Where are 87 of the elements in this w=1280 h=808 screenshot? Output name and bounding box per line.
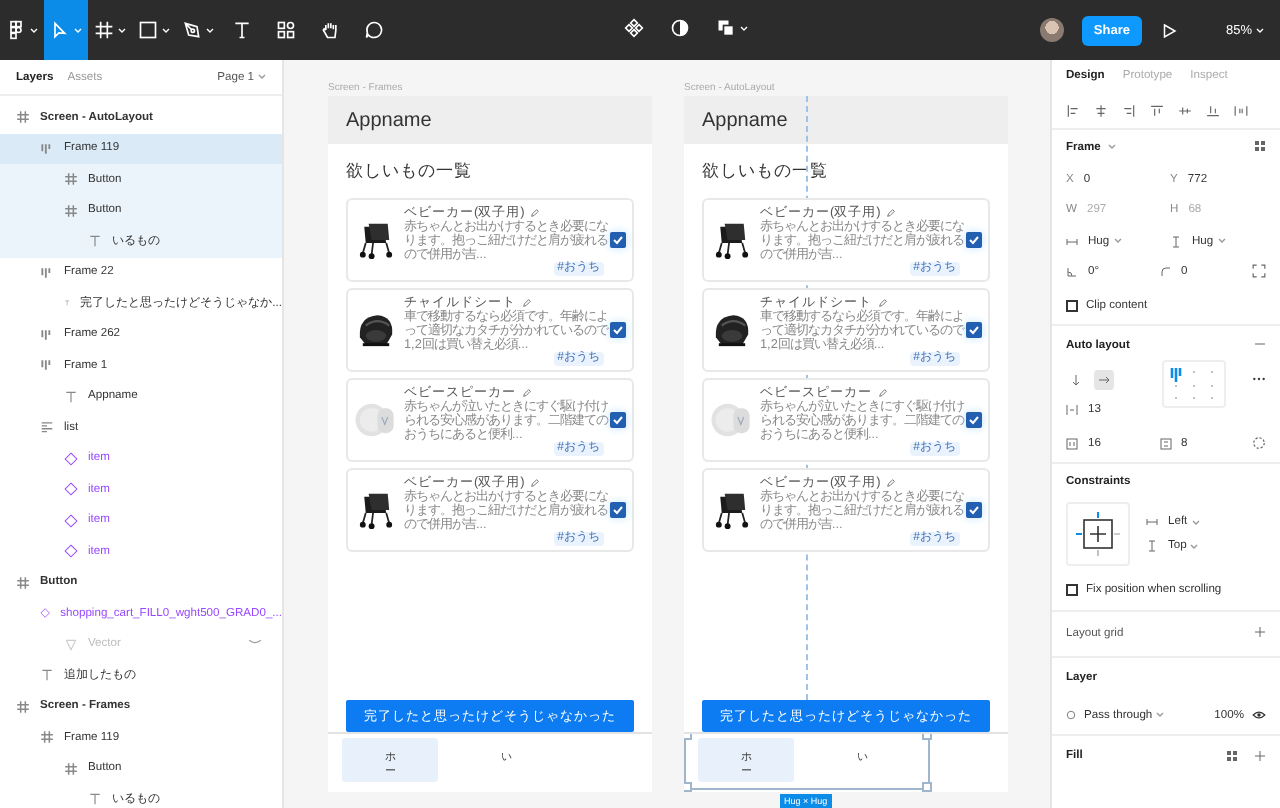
pen-icon[interactable] — [182, 20, 202, 40]
pencil-icon[interactable] — [530, 207, 541, 217]
right-arrow-icon — [1098, 373, 1110, 386]
checkbox[interactable] — [610, 412, 626, 428]
alignment-grid[interactable] — [1162, 360, 1226, 408]
frame-icon — [16, 110, 30, 125]
horizontal-constraint-icon — [1146, 516, 1158, 528]
eye-icon[interactable] — [1252, 710, 1266, 720]
instance-icon — [64, 513, 78, 528]
play-icon[interactable] — [1159, 21, 1178, 39]
vertical-constraint-icon — [1146, 540, 1158, 552]
resources-icon[interactable] — [276, 20, 296, 40]
more-icon[interactable] — [1252, 375, 1266, 382]
checkbox[interactable] — [1066, 584, 1078, 596]
boolean-icon[interactable] — [716, 18, 736, 38]
hidden-icon[interactable] — [248, 638, 262, 647]
app-title: Appname — [346, 109, 432, 131]
frame-icon — [40, 730, 54, 745]
height-icon — [1170, 235, 1182, 248]
instance-icon — [64, 544, 78, 559]
frame-icon[interactable] — [94, 20, 114, 40]
vertical-padding-icon — [1159, 438, 1171, 450]
checkbox[interactable] — [966, 502, 982, 518]
cursor-icon[interactable] — [50, 20, 70, 40]
align-icon[interactable] — [1234, 103, 1248, 117]
checkbox[interactable] — [966, 322, 982, 338]
pencil-icon[interactable] — [522, 297, 532, 307]
text-layer-icon — [88, 234, 102, 249]
text-tool-icon[interactable] — [232, 20, 252, 40]
horizontal-padding-icon — [1066, 438, 1078, 450]
align-icon[interactable] — [1094, 103, 1108, 117]
constraint-widget[interactable] — [1066, 502, 1130, 566]
frame-presets-icon[interactable] — [1254, 139, 1266, 151]
vector-icon — [64, 637, 78, 652]
align-icon[interactable] — [1178, 103, 1192, 117]
auto-layout-icon — [40, 141, 54, 156]
blend-icon — [1066, 710, 1076, 720]
instance-icon — [40, 606, 51, 621]
text-layer-icon — [40, 668, 54, 683]
text-layer-icon — [64, 389, 78, 404]
checkbox[interactable] — [966, 232, 982, 248]
instance-icon — [64, 451, 78, 466]
frame-icon — [16, 575, 30, 590]
checkbox[interactable] — [1066, 300, 1078, 312]
checkbox[interactable] — [610, 232, 626, 248]
add-icon[interactable] — [1254, 626, 1266, 638]
pencil-icon[interactable] — [886, 477, 897, 487]
pencil-icon[interactable] — [878, 387, 888, 397]
checkbox[interactable] — [610, 502, 626, 518]
auto-layout-icon — [40, 358, 54, 373]
avatar[interactable] — [1039, 18, 1064, 42]
frame-icon — [64, 172, 78, 187]
radius-icon — [1159, 266, 1171, 279]
pencil-icon[interactable] — [530, 477, 541, 487]
angle-icon — [1066, 266, 1078, 279]
padding-options-icon[interactable] — [1252, 435, 1266, 449]
align-icon[interactable] — [1066, 103, 1080, 117]
pencil-icon[interactable] — [878, 297, 888, 307]
pencil-icon[interactable] — [522, 387, 532, 397]
pencil-icon[interactable] — [886, 207, 897, 217]
auto-layout-icon — [40, 327, 54, 342]
rectangle-icon[interactable] — [138, 20, 158, 40]
component-icon[interactable] — [624, 18, 644, 38]
instance-icon — [64, 482, 78, 497]
align-icon[interactable] — [1150, 103, 1164, 117]
checkbox[interactable] — [966, 412, 982, 428]
hand-icon[interactable] — [320, 20, 340, 40]
width-icon — [1066, 235, 1078, 248]
frame-icon — [16, 699, 30, 714]
main-menu-icon[interactable] — [6, 20, 26, 40]
checkbox[interactable] — [610, 322, 626, 338]
corners-icon[interactable] — [1252, 263, 1266, 278]
down-arrow-icon — [1070, 373, 1082, 386]
list-icon — [40, 420, 54, 435]
add-icon[interactable] — [1254, 750, 1266, 762]
auto-layout-icon — [40, 265, 54, 280]
spacing-icon — [1066, 404, 1078, 417]
app-title: Appname — [702, 109, 788, 131]
comment-icon[interactable] — [364, 20, 384, 40]
contrast-icon[interactable] — [670, 18, 690, 38]
frame-icon — [64, 203, 78, 218]
align-icon[interactable] — [1122, 103, 1136, 117]
list-heading: 欲しいもの一覧 — [346, 159, 472, 183]
text-layer-icon — [88, 792, 102, 807]
styles-icon[interactable] — [1226, 750, 1238, 762]
frame-icon — [64, 761, 78, 776]
align-icon[interactable] — [1206, 103, 1220, 117]
